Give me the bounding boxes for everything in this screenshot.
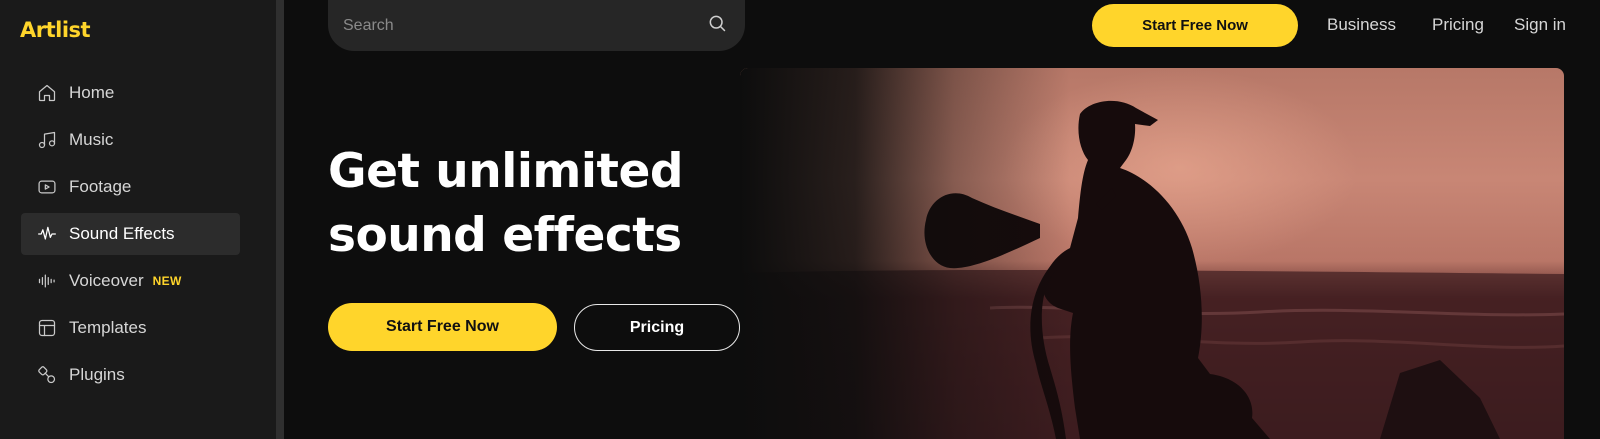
business-link[interactable]: Business	[1327, 15, 1396, 35]
sidebar-item-sound-effects[interactable]: Sound Effects	[21, 213, 240, 255]
artlist-logo[interactable]: Artlist	[20, 18, 91, 42]
sidebar-item-voiceover[interactable]: Voiceover NEW	[21, 260, 240, 302]
plugin-icon	[36, 364, 58, 386]
sidebar: Artlist Home Music Footage Sound Effects…	[0, 0, 276, 439]
hero-image-sound-recordist-silhouette	[740, 68, 1564, 439]
header-start-free-button[interactable]: Start Free Now	[1092, 4, 1298, 47]
home-icon	[36, 82, 58, 104]
sidebar-nav: Home Music Footage Sound Effects Voiceov…	[21, 72, 240, 401]
search-icon[interactable]	[707, 13, 727, 38]
music-note-icon	[36, 129, 58, 151]
search-input[interactable]: Search	[343, 17, 707, 35]
sidebar-item-home[interactable]: Home	[21, 72, 240, 114]
sidebar-item-label: Voiceover	[69, 271, 144, 290]
sidebar-item-label: Footage	[69, 177, 132, 196]
hero-title-line-1: Get unlimited	[328, 144, 684, 199]
sidebar-item-plugins[interactable]: Plugins	[21, 354, 240, 396]
search-bar[interactable]: Search	[328, 0, 745, 51]
sidebar-item-label: Music	[69, 130, 114, 149]
hero-title-line-2: sound effects	[328, 208, 682, 263]
sidebar-item-label: Plugins	[69, 365, 125, 384]
sidebar-item-footage[interactable]: Footage	[21, 166, 240, 208]
waveform-icon	[36, 223, 58, 245]
sign-in-link[interactable]: Sign in	[1514, 15, 1566, 35]
hero-start-free-button[interactable]: Start Free Now	[328, 303, 557, 351]
sidebar-item-templates[interactable]: Templates	[21, 307, 240, 349]
sidebar-item-label: Templates	[69, 318, 147, 337]
sidebar-item-label: Home	[69, 83, 115, 102]
template-layout-icon	[36, 317, 58, 339]
app-root: Artlist Home Music Footage Sound Effects…	[0, 0, 1600, 439]
sidebar-item-music[interactable]: Music	[21, 119, 240, 161]
hero-title: Get unlimited sound effects	[328, 140, 748, 268]
video-play-icon	[36, 176, 58, 198]
hero-pricing-button[interactable]: Pricing	[574, 304, 740, 351]
sidebar-scrollbar[interactable]	[276, 0, 284, 439]
sidebar-item-label: Sound Effects	[69, 224, 175, 243]
audio-bars-icon	[36, 270, 58, 292]
new-badge: NEW	[152, 274, 182, 288]
pricing-link[interactable]: Pricing	[1432, 15, 1484, 35]
